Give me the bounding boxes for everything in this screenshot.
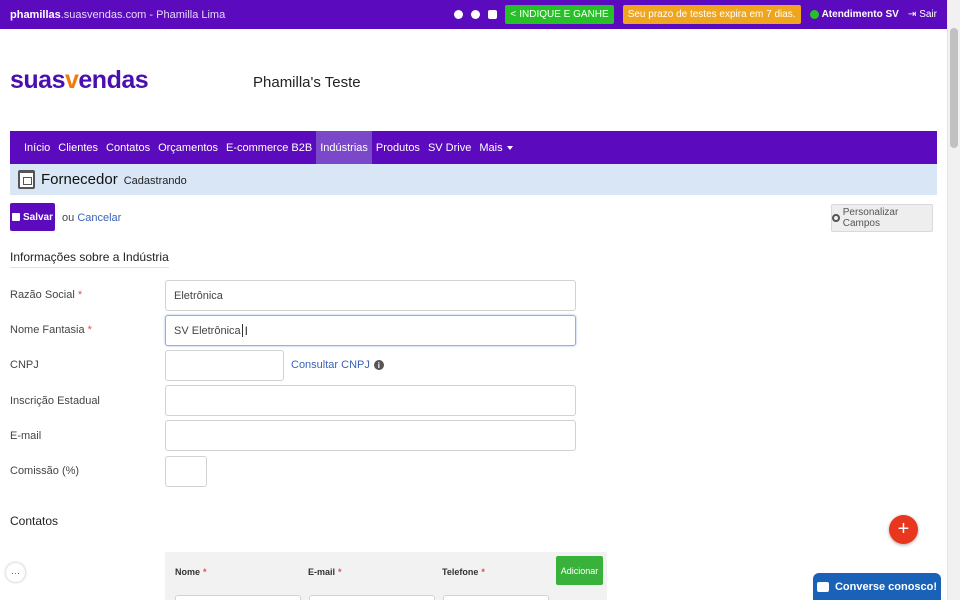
contacts-col-email: E-mail * bbox=[308, 567, 342, 577]
indique-ganhe-label: INDIQUE E GANHE bbox=[519, 9, 609, 20]
personalize-fields-button[interactable]: Personalizar Campos bbox=[831, 204, 933, 232]
save-label: Salvar bbox=[22, 211, 54, 223]
scrollbar-thumb[interactable] bbox=[950, 28, 958, 148]
razao-social-label-text: Razão Social bbox=[10, 289, 75, 301]
page-title: Fornecedor bbox=[41, 171, 118, 188]
logo-text-1: suas bbox=[10, 66, 65, 94]
add-contact-button[interactable]: Adicionar bbox=[556, 556, 603, 585]
cancel-group: ou Cancelar bbox=[62, 212, 121, 224]
save-icon bbox=[11, 213, 20, 221]
contacts-col-telefone: Telefone * bbox=[442, 567, 485, 577]
comissao-input[interactable] bbox=[165, 456, 207, 487]
chat-bubble-icon bbox=[816, 581, 829, 592]
support-status-icon bbox=[809, 10, 819, 19]
save-button[interactable]: Salvar bbox=[10, 203, 55, 231]
ibeam-cursor-icon: I bbox=[244, 323, 248, 338]
nav-industrias[interactable]: Indústrias bbox=[316, 131, 372, 164]
page-scrollbar[interactable] bbox=[947, 0, 960, 600]
nav-contatos[interactable]: Contatos bbox=[102, 131, 154, 164]
personalize-label: Personalizar Campos bbox=[842, 207, 899, 229]
caret-down-icon bbox=[506, 145, 513, 150]
text-caret bbox=[241, 324, 243, 337]
share-icon: < bbox=[510, 9, 517, 20]
suasvendas-logo[interactable]: suasvendas bbox=[10, 66, 149, 95]
cnpj-label: CNPJ bbox=[10, 359, 39, 371]
nav-mais[interactable]: Mais bbox=[475, 131, 516, 164]
nav-mais-label: Mais bbox=[479, 141, 503, 154]
account-info: phamillas.suasvendas.com - Phamilla Lima bbox=[10, 9, 225, 21]
add-fab-button[interactable]: + bbox=[889, 515, 918, 544]
consultar-cnpj-label: Consultar CNPJ bbox=[291, 359, 370, 371]
contacts-section-title: Contatos bbox=[10, 514, 59, 528]
page-subtitle: Cadastrando bbox=[123, 174, 187, 187]
logout-icon: ⇥ bbox=[907, 9, 917, 20]
account-domain: .suasvendas.com bbox=[60, 8, 147, 21]
apple-icon[interactable] bbox=[471, 10, 481, 19]
nome-fantasia-value: SV Eletrônica bbox=[174, 324, 241, 337]
required-mark: * bbox=[87, 324, 92, 336]
contacts-table: Nome * E-mail * Telefone * Adicionar bbox=[165, 552, 607, 600]
col-nome-label: Nome bbox=[175, 567, 201, 577]
chat-button[interactable]: Converse conosco! bbox=[813, 573, 941, 600]
company-name: Phamilla's Teste bbox=[253, 74, 361, 91]
page-header: Fornecedor Cadastrando bbox=[10, 164, 937, 195]
email-input[interactable] bbox=[165, 420, 576, 451]
info-icon: i bbox=[373, 360, 384, 370]
cancel-link[interactable]: Cancelar bbox=[77, 212, 121, 224]
razao-social-label: Razão Social * bbox=[10, 289, 82, 301]
indique-ganhe-button[interactable]: < INDIQUE E GANHE bbox=[505, 5, 614, 24]
nav-sv-drive[interactable]: SV Drive bbox=[424, 131, 475, 164]
logout-label: Sair bbox=[919, 9, 937, 20]
consultar-cnpj-link[interactable]: Consultar CNPJ i bbox=[291, 359, 384, 371]
required-mark: * bbox=[203, 567, 207, 577]
inscricao-estadual-input[interactable] bbox=[165, 385, 576, 416]
nome-fantasia-label-text: Nome Fantasia bbox=[10, 324, 85, 336]
email-label: E-mail bbox=[10, 430, 42, 442]
required-mark: * bbox=[338, 567, 342, 577]
factory-icon bbox=[18, 170, 35, 189]
nav-clientes[interactable]: Clientes bbox=[54, 131, 102, 164]
trial-expiry-badge[interactable]: Seu prazo de testes expira em 7 dias. bbox=[622, 5, 801, 24]
gear-icon bbox=[832, 214, 840, 222]
contact-phone-input[interactable] bbox=[443, 595, 549, 600]
inscricao-estadual-label: Inscrição Estadual bbox=[10, 395, 100, 407]
comissao-label: Comissão (%) bbox=[10, 465, 80, 477]
support-link[interactable]: Atendimento SV bbox=[809, 9, 899, 20]
col-email-label: E-mail bbox=[308, 567, 336, 577]
logo-text-2: endas bbox=[78, 66, 149, 94]
nav-produtos[interactable]: Produtos bbox=[372, 131, 424, 164]
nome-fantasia-label: Nome Fantasia * bbox=[10, 324, 92, 336]
cnpj-input[interactable] bbox=[165, 350, 284, 381]
top-account-bar: phamillas.suasvendas.com - Phamilla Lima… bbox=[0, 0, 947, 29]
more-options-button[interactable]: ··· bbox=[6, 563, 25, 582]
account-subdomain: phamillas bbox=[10, 8, 61, 21]
android-icon[interactable] bbox=[454, 10, 464, 19]
windows-icon[interactable] bbox=[488, 10, 498, 19]
nav-inicio[interactable]: Início bbox=[20, 131, 54, 164]
support-label: Atendimento SV bbox=[821, 9, 899, 20]
col-telefone-label: Telefone bbox=[442, 567, 479, 577]
or-text: ou bbox=[62, 212, 75, 224]
razao-social-value: Eletrônica bbox=[174, 289, 223, 302]
nav-orcamentos[interactable]: Orçamentos bbox=[154, 131, 222, 164]
contact-email-input[interactable] bbox=[309, 595, 435, 600]
nome-fantasia-input[interactable]: SV Eletrônica I bbox=[165, 315, 576, 346]
account-user: - Phamilla Lima bbox=[146, 8, 226, 21]
main-navbar: Início Clientes Contatos Orçamentos E-co… bbox=[10, 131, 937, 164]
required-mark: * bbox=[481, 567, 485, 577]
contacts-col-nome: Nome * bbox=[175, 567, 207, 577]
industry-info-section-title: Informações sobre a Indústria bbox=[10, 250, 169, 268]
contact-name-input[interactable] bbox=[175, 595, 301, 600]
required-mark: * bbox=[77, 289, 83, 301]
logout-link[interactable]: ⇥ Sair bbox=[908, 9, 937, 20]
chat-label: Converse conosco! bbox=[834, 580, 938, 593]
logo-text-v: v bbox=[64, 66, 79, 94]
razao-social-input[interactable]: Eletrônica bbox=[165, 280, 576, 311]
nav-ecommerce[interactable]: E-commerce B2B bbox=[222, 131, 316, 164]
